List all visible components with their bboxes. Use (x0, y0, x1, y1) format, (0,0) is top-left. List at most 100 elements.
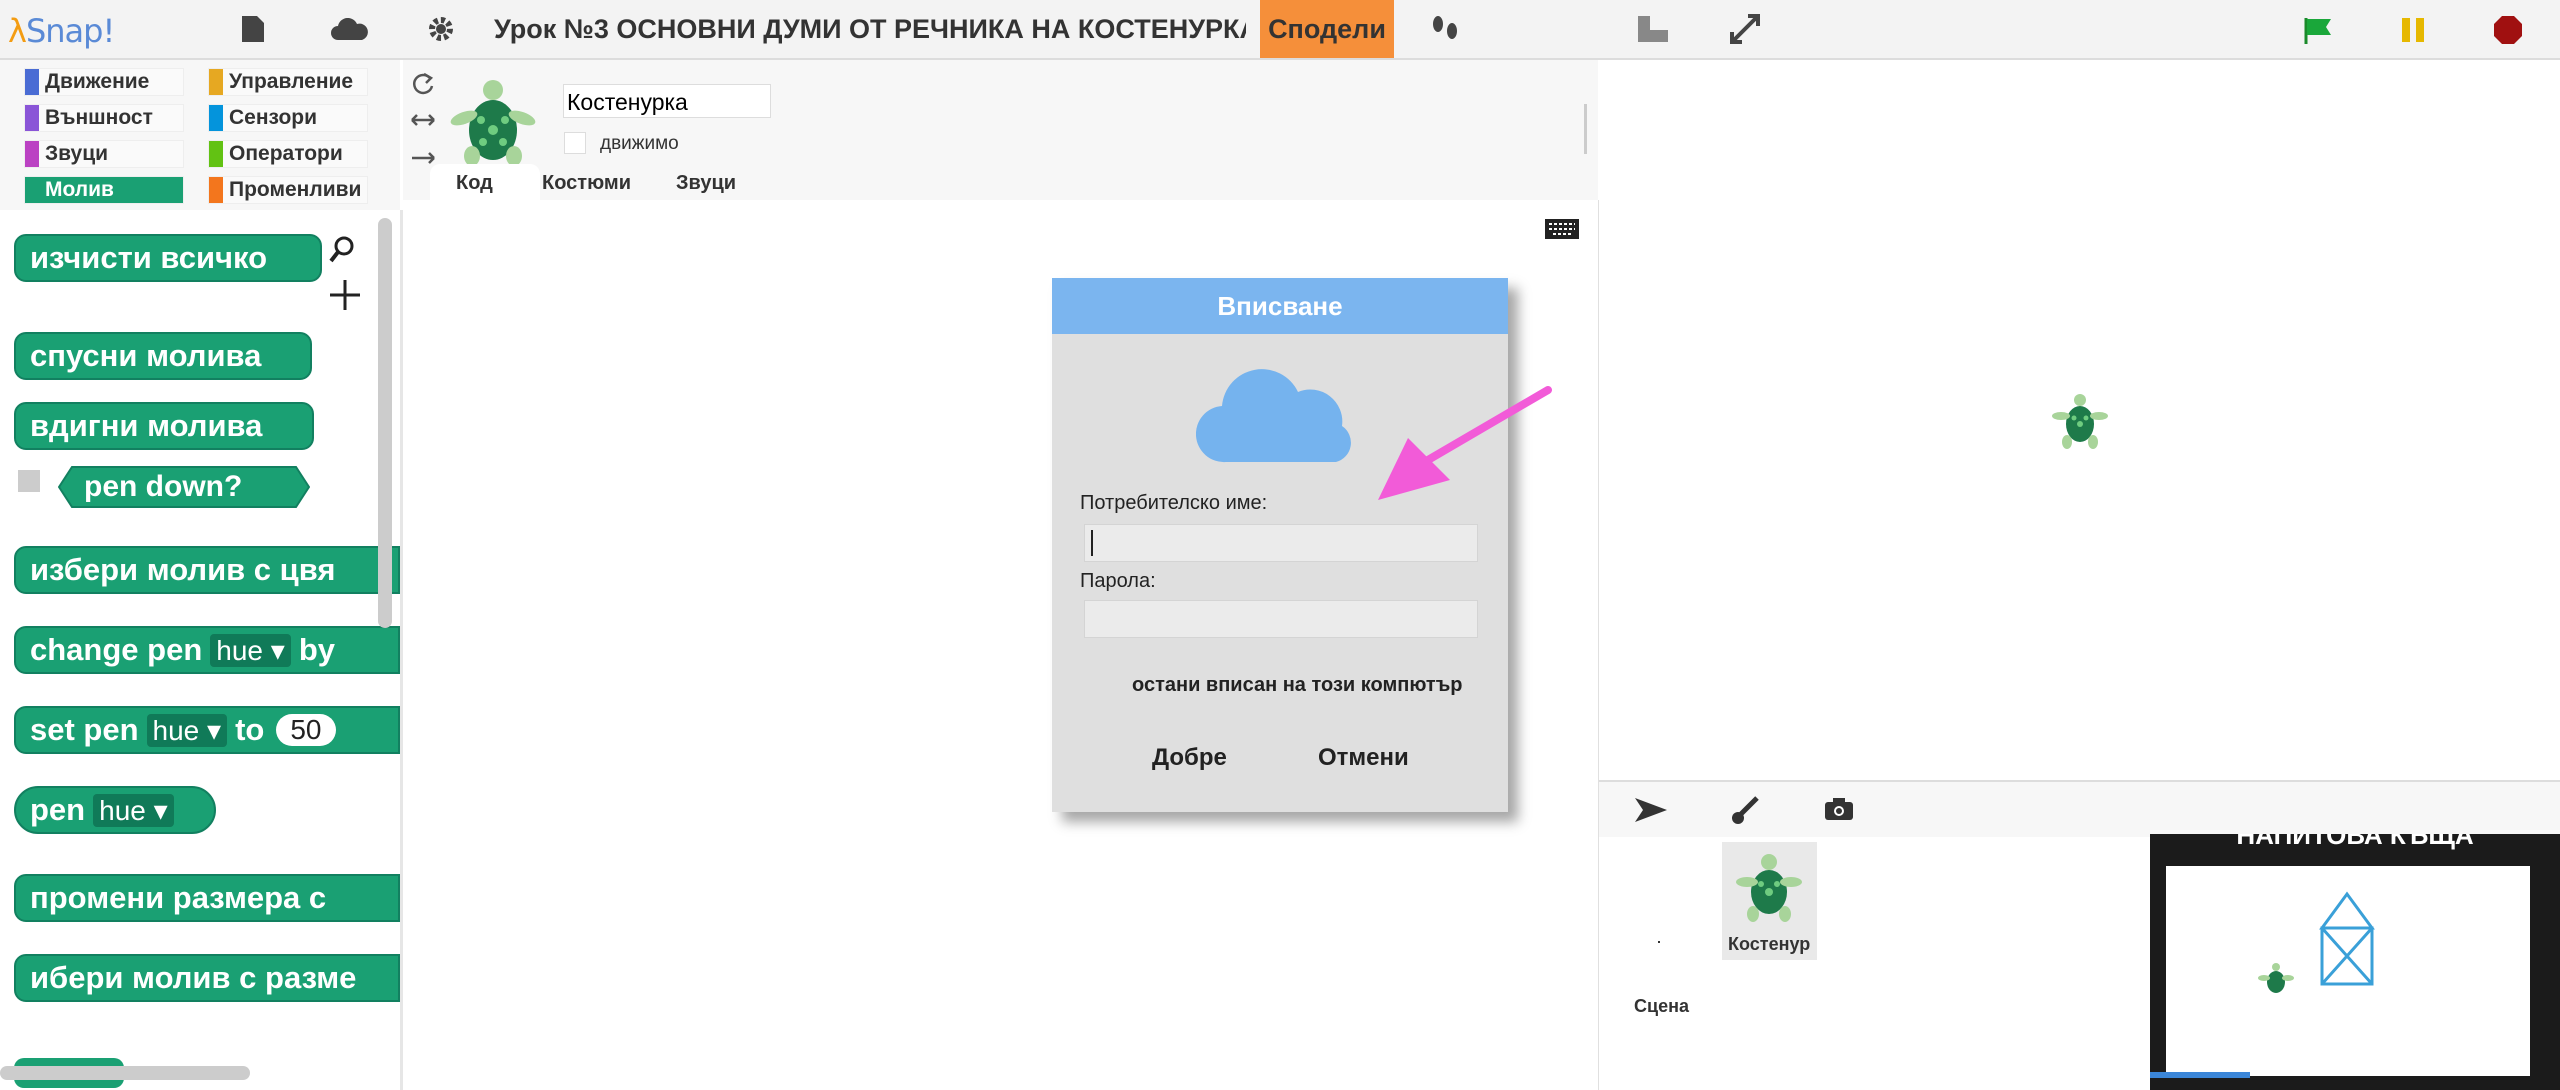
block-clear[interactable]: изчисти всичко (14, 234, 322, 282)
stage-thumbnail[interactable] (1658, 941, 1660, 943)
turtle-arrow-icon[interactable] (1633, 796, 1669, 824)
plus-icon[interactable] (328, 278, 362, 312)
flip-icon[interactable] (410, 110, 436, 130)
house-drawing-icon (2319, 891, 2375, 986)
dialog-title[interactable]: Вписване (1052, 278, 1508, 334)
block-label: избери молив с цвя (30, 552, 336, 587)
video-progress[interactable] (2150, 1072, 2250, 1078)
category-label: Сензори (229, 106, 318, 129)
block-label: by (298, 632, 336, 667)
login-dialog: Вписване Потребителско име: Парола: оста… (1052, 278, 1508, 812)
no-rotate-icon[interactable] (410, 148, 436, 168)
sprite-thumbnail[interactable]: Костенур (1722, 842, 1817, 960)
turtle-sprite[interactable] (2047, 384, 2113, 454)
sprite-name-input[interactable]: Костенурка (563, 84, 771, 118)
logo-text: Snap! (25, 12, 115, 50)
snap-logo[interactable]: λSnap! (8, 12, 115, 50)
block-label: change pen (30, 632, 203, 667)
category-operators[interactable]: Оператори (208, 140, 368, 168)
category-sound[interactable]: Звуци (24, 140, 184, 168)
block-label: set pen (30, 712, 139, 747)
palette-scrollbar[interactable] (378, 218, 392, 628)
category-label: Променливи (229, 178, 362, 201)
resize-handle[interactable] (1584, 104, 1587, 154)
cloud-icon[interactable] (330, 18, 370, 42)
category-selector: Движение Управление Външност Сензори Зву… (0, 60, 400, 210)
category-label: Звуци (45, 142, 109, 165)
hue-dropdown[interactable]: hue ▾ (146, 713, 228, 747)
gear-icon[interactable] (426, 14, 456, 44)
tab-code[interactable]: Код (456, 172, 493, 195)
category-variables[interactable]: Променливи (208, 176, 368, 204)
username-label: Потребителско име: (1080, 492, 1268, 514)
hue-dropdown[interactable]: hue ▾ (210, 633, 291, 667)
block-pen-down-query[interactable]: pen down? (84, 470, 242, 504)
category-label: Молив (45, 178, 114, 201)
turtle-icon (2258, 963, 2294, 993)
palette-hscrollbar[interactable] (0, 1066, 250, 1080)
video-screen (2166, 866, 2530, 1076)
dropdown-value: hue (216, 634, 263, 666)
video-overlay[interactable]: НАПИТОВА КЪЩА (2150, 834, 2560, 1090)
footprints-icon[interactable] (1428, 14, 1462, 44)
category-control[interactable]: Управление (208, 68, 368, 96)
tab-costumes[interactable]: Костюми (542, 172, 631, 195)
stage-label[interactable]: Сцена (1634, 996, 1689, 1017)
category-swatch (25, 105, 39, 131)
block-label: спусни молива (30, 338, 262, 373)
block-change-size[interactable]: промени размера с (14, 874, 400, 922)
block-set-pen-color[interactable]: избери молив с цвя (14, 546, 400, 594)
block-set-pen[interactable]: set pen hue ▾ to 50 (14, 706, 400, 754)
draggable-checkbox[interactable] (564, 132, 586, 154)
fullscreen-icon[interactable] (1730, 14, 1760, 44)
category-swatch (209, 69, 223, 95)
ok-button[interactable]: Добре (1152, 744, 1227, 772)
file-icon[interactable] (240, 14, 266, 44)
category-label: Външност (45, 106, 153, 129)
stage-size-icon[interactable] (1636, 14, 1670, 44)
tab-sounds[interactable]: Звуци (676, 172, 736, 195)
block-label: pen (30, 792, 86, 827)
category-pen[interactable]: Молив (24, 176, 184, 204)
block-set-size[interactable]: ибери молив с разме (14, 954, 400, 1002)
value-input[interactable]: 50 (276, 714, 336, 746)
block-pen-reporter[interactable]: pen hue ▾ (14, 786, 216, 834)
camera-icon[interactable] (1823, 796, 1855, 822)
category-label: Управление (229, 70, 354, 93)
hue-dropdown[interactable]: hue ▾ (93, 793, 174, 827)
category-swatch (25, 141, 39, 167)
green-flag-icon[interactable] (2302, 16, 2334, 46)
category-motion[interactable]: Движение (24, 68, 184, 96)
password-input[interactable] (1084, 600, 1478, 638)
pause-icon[interactable] (2400, 16, 2426, 44)
block-palette: изчисти всичко спусни молива вдигни моли… (0, 210, 403, 1090)
dropdown-value: hue (99, 794, 146, 826)
dropdown-value: hue (152, 714, 200, 746)
block-change-pen[interactable]: change pen hue ▾ by (14, 626, 400, 674)
category-sensing[interactable]: Сензори (208, 104, 368, 132)
password-label: Парола: (1080, 570, 1156, 592)
share-button[interactable]: Сподели (1260, 0, 1394, 58)
block-label: промени размера с (30, 880, 327, 915)
cancel-button[interactable]: Отмени (1318, 744, 1409, 772)
paintbrush-icon[interactable] (1729, 794, 1761, 826)
text-cursor (1091, 530, 1093, 556)
rotate-icon[interactable] (410, 70, 436, 96)
category-swatch (209, 141, 223, 167)
stage[interactable] (1599, 60, 2560, 782)
top-bar: λSnap! Урок №3 ОСНОВНИ ДУМИ ОТ РЕЧНИКА Н… (0, 0, 2560, 60)
block-pen-down[interactable]: спусни молива (14, 332, 312, 380)
category-looks[interactable]: Външност (24, 104, 184, 132)
category-label: Движение (45, 70, 150, 93)
keyboard-icon[interactable] (1544, 218, 1580, 240)
remember-me-checkbox[interactable]: остани вписан на този компютър (1132, 674, 1463, 697)
block-pen-up[interactable]: вдигни молива (14, 402, 314, 450)
block-label: изчисти всичко (30, 240, 268, 275)
checkbox[interactable] (18, 470, 40, 492)
category-swatch (25, 69, 39, 95)
username-input[interactable] (1084, 524, 1478, 562)
stop-icon[interactable] (2492, 14, 2524, 46)
category-swatch (209, 105, 223, 131)
turtle-icon (1736, 854, 1802, 922)
search-icon[interactable] (328, 234, 360, 266)
